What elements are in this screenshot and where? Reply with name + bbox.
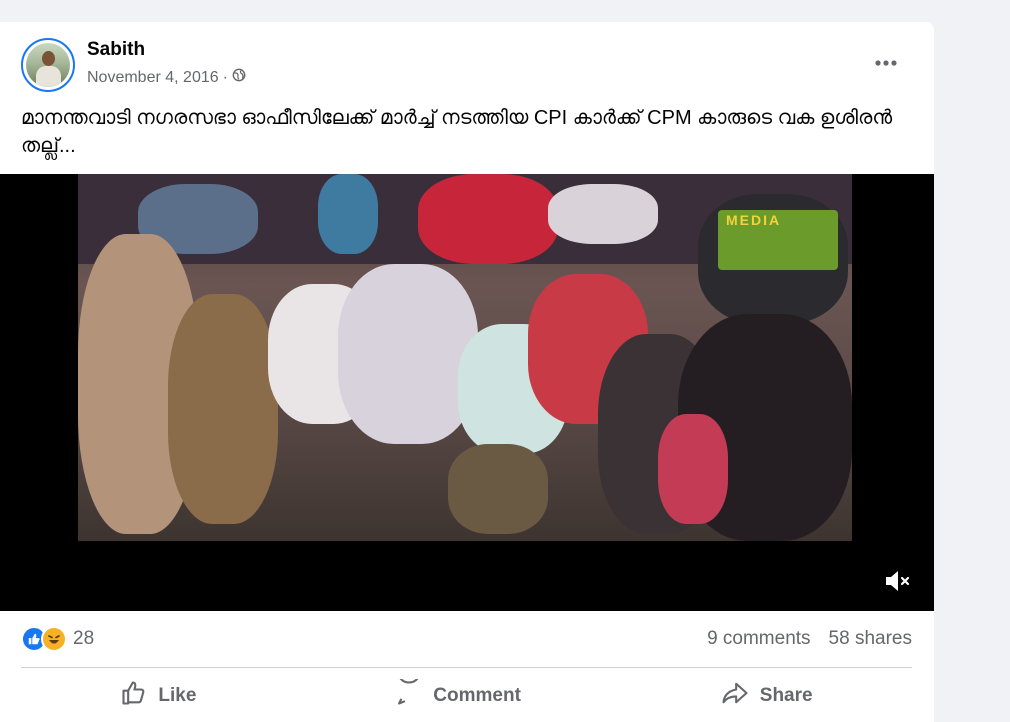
share-icon — [720, 679, 750, 713]
video-frame: MEDIA — [78, 174, 852, 541]
author-name[interactable]: Sabith — [87, 39, 145, 61]
globe-icon[interactable] — [232, 68, 246, 87]
post-date[interactable]: November 4, 2016 — [87, 69, 219, 87]
reactions-summary[interactable]: 28 — [21, 626, 94, 652]
avatar[interactable] — [21, 38, 75, 92]
comment-label: Comment — [433, 685, 521, 706]
like-label: Like — [158, 685, 197, 706]
share-button[interactable]: Share — [720, 679, 813, 713]
post-actions: Like Comment Share — [21, 661, 912, 718]
comment-button[interactable]: Comment — [395, 661, 521, 713]
video-watermark: MEDIA — [726, 212, 782, 228]
like-button[interactable]: Like — [120, 679, 196, 713]
post-card: Sabith November 4, 2016 · മാനന്തവാടി നഗര… — [0, 22, 934, 722]
more-options-icon[interactable] — [868, 48, 904, 78]
post-stats: 28 9 comments 58 shares — [21, 622, 912, 656]
haha-reaction-icon — [41, 626, 67, 652]
video-player[interactable]: MEDIA — [0, 174, 934, 611]
divider — [21, 667, 912, 668]
comment-icon — [395, 661, 423, 713]
volume-muted-icon[interactable] — [880, 564, 914, 598]
avatar-photo — [26, 43, 70, 87]
meta-separator: · — [222, 68, 228, 86]
share-label: Share — [759, 685, 813, 706]
comments-count[interactable]: 9 comments — [707, 628, 810, 650]
thumbs-up-icon — [120, 679, 148, 713]
reaction-count: 28 — [73, 628, 95, 649]
post-text: മാനന്തവാടി നഗരസഭാ ഓഫീസിലേക്ക് മാർച്ച് നട… — [21, 107, 893, 157]
post-meta: November 4, 2016 · — [87, 68, 246, 87]
shares-count[interactable]: 58 shares — [829, 628, 912, 650]
